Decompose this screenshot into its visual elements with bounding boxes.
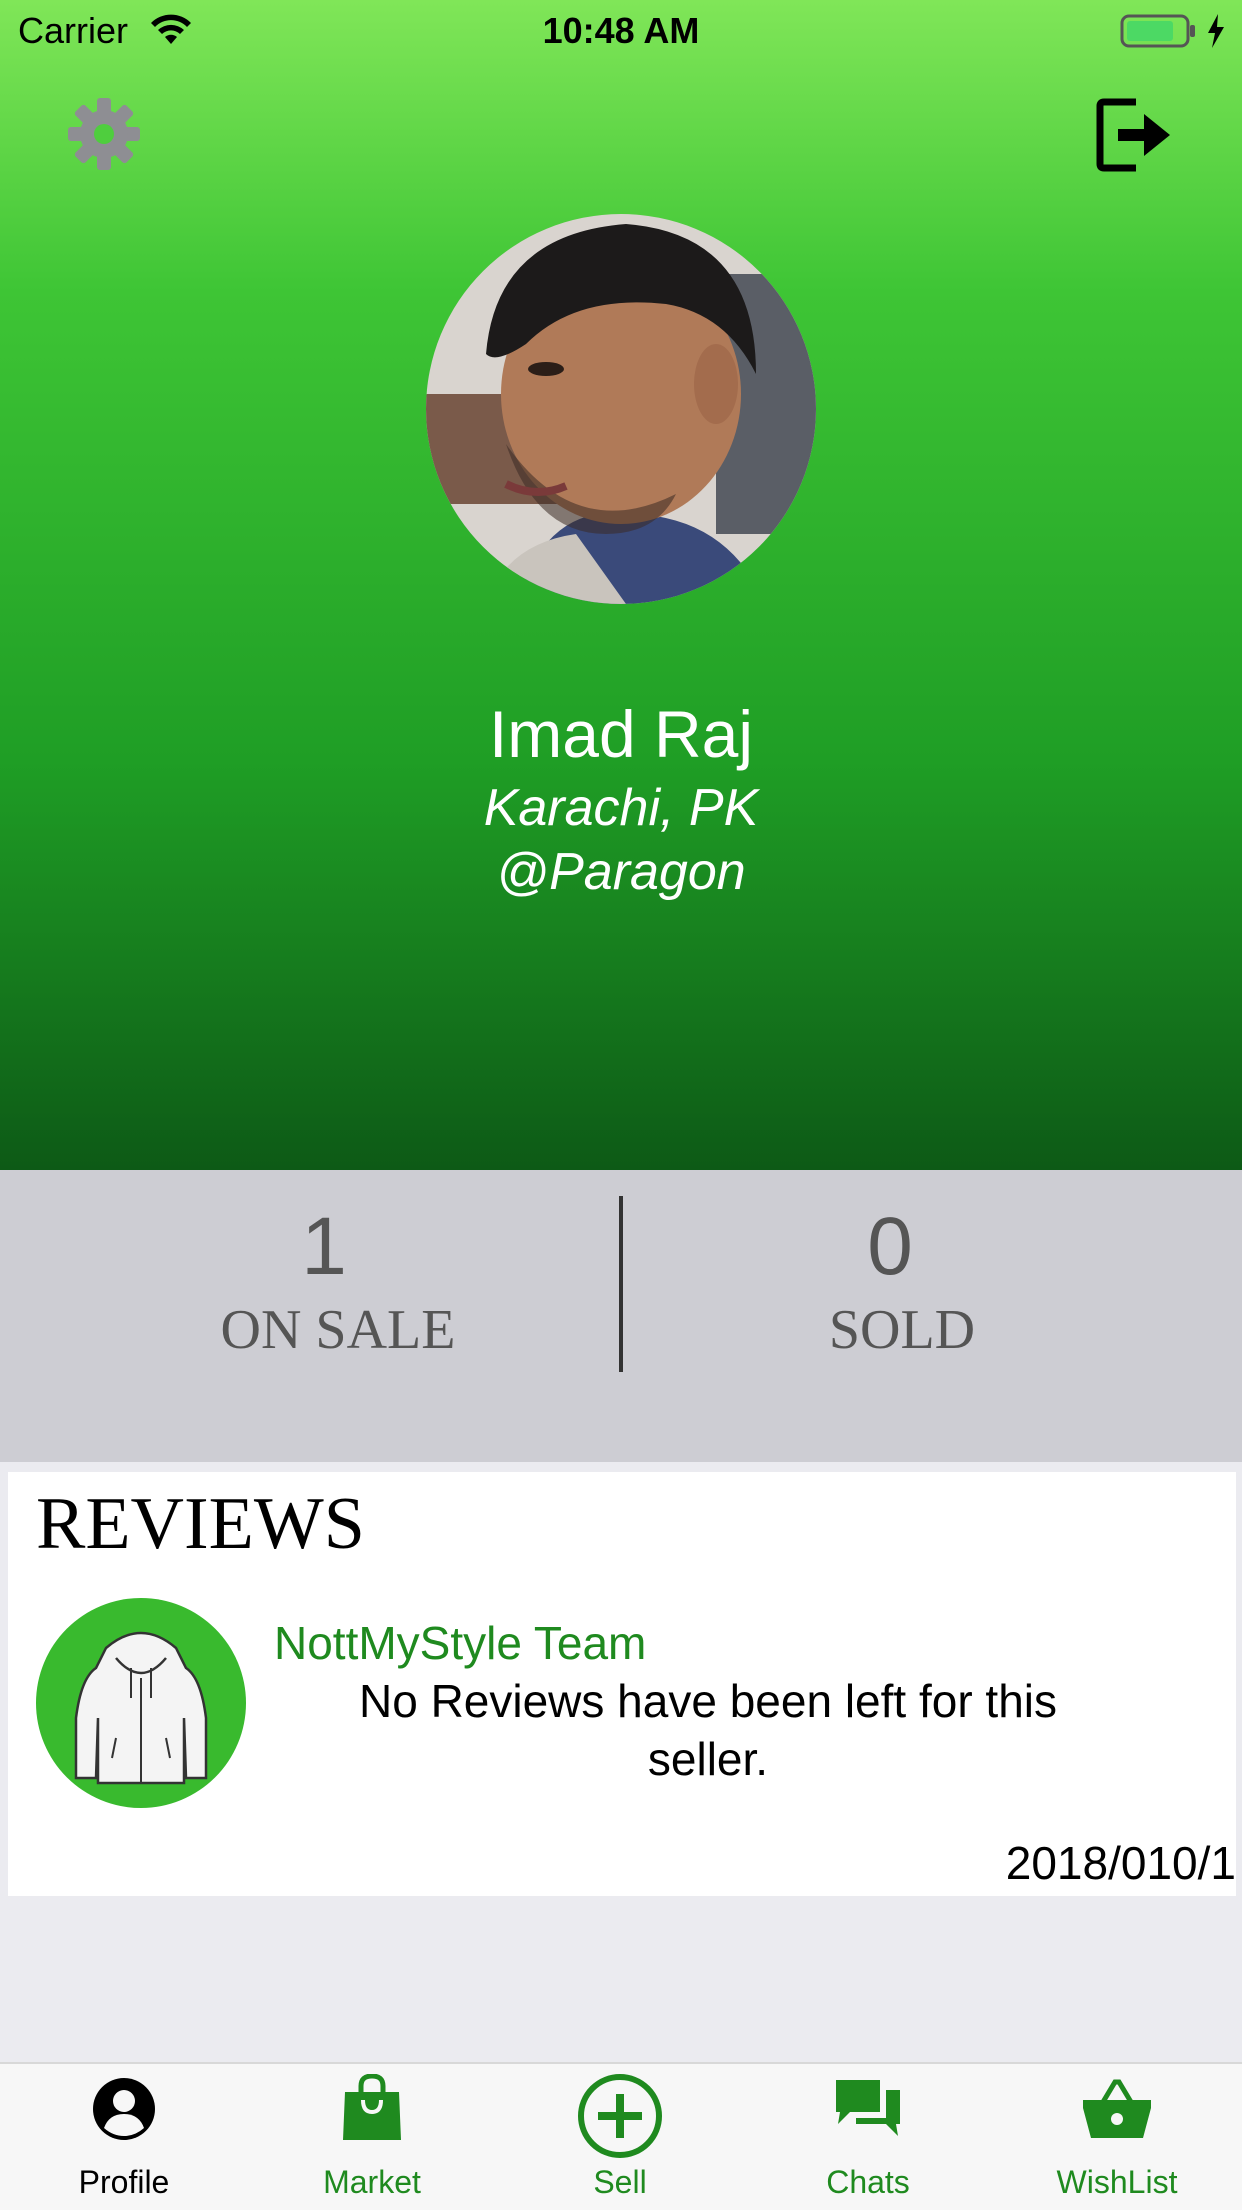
tab-label: WishList [1056,2164,1178,2200]
tab-wishlist[interactable]: WishList [992,2064,1242,2210]
profile-name: Imad Raj [488,697,754,771]
tab-label: Market [323,2164,421,2200]
tab-label: Profile [78,2164,170,2200]
charging-icon [1208,14,1224,48]
tab-chats[interactable]: Chats [744,2064,992,2210]
profile-icon [93,2078,155,2140]
tab-label: Sell [593,2164,647,2200]
basket-icon [1083,2079,1151,2138]
shopping-bag-icon [343,2074,401,2140]
profile-handle: @Paragon [496,843,746,901]
reviews-title: REVIEWS [36,1483,365,1565]
on-sale-label: ON SALE [220,1299,456,1361]
review-text: No Reviews have been left for this selle… [358,1675,1058,1785]
tab-sell[interactable]: Sell [496,2064,744,2210]
plus-circle-icon [578,2074,662,2158]
status-bar: Carrier 10:48 AM [0,0,1242,62]
tab-bar: Profile Market Sell Chats WishList [0,2062,1242,2210]
profile-avatar [426,214,816,604]
settings-gear-icon[interactable] [66,96,142,172]
tab-profile[interactable]: Profile [0,2064,248,2210]
tab-label: Chats [826,2164,910,2200]
hoodie-icon [74,1631,208,1785]
reviews-card: REVIEWS NottMyStyle Team No Reviews have… [8,1472,1236,1896]
reviewer-name: NottMyStyle Team [274,1617,647,1669]
status-time: 10:48 AM [542,10,700,51]
profile-location: Karachi, PK [483,779,759,837]
profile-header: Carrier 10:48 AM Imad Raj Karachi, PK @P… [0,0,1242,1170]
reviewer-avatar [36,1598,246,1808]
logout-icon[interactable] [1096,96,1174,174]
stats-divider [619,1196,623,1372]
sold-count: 0 [867,1201,913,1292]
on-sale-count: 1 [301,1201,347,1292]
chat-bubbles-icon [836,2080,900,2136]
battery-icon [1120,14,1195,48]
sold-label: SOLD [828,1299,976,1361]
tab-market[interactable]: Market [248,2064,496,2210]
review-date: 2018/010/1 [1005,1837,1236,1889]
